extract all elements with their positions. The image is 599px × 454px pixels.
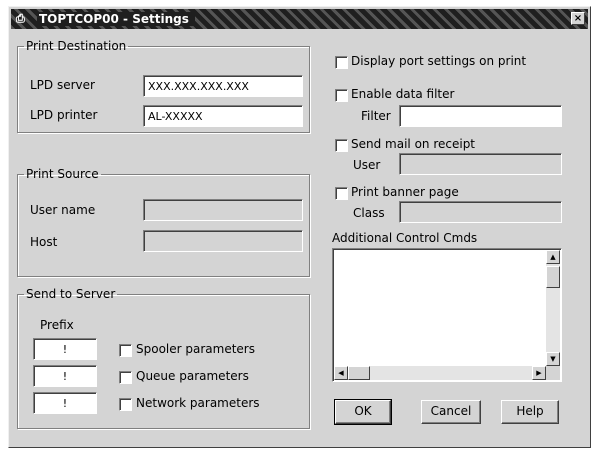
queue-parameters-label: Queue parameters xyxy=(136,369,249,383)
print-source-group: Print Source xyxy=(17,167,310,277)
banner-class-input[interactable] xyxy=(399,201,562,223)
print-source-legend: Print Source xyxy=(26,167,99,181)
vertical-scrollbar[interactable]: ▲ ▼ xyxy=(546,250,560,366)
print-destination-legend: Print Destination xyxy=(26,39,127,53)
scroll-right-icon[interactable]: ▶ xyxy=(532,366,546,380)
filter-input[interactable] xyxy=(399,105,562,127)
display-port-checkbox[interactable] xyxy=(335,56,348,69)
mail-user-input[interactable] xyxy=(399,153,562,175)
user-name-label: User name xyxy=(30,203,96,217)
lpd-printer-input[interactable] xyxy=(143,105,303,127)
network-prefix-input[interactable] xyxy=(33,392,97,414)
spooler-parameters-label: Spooler parameters xyxy=(136,342,255,356)
prefix-header: Prefix xyxy=(40,318,74,332)
mail-field-label: User xyxy=(353,158,381,172)
send-mail-checkbox[interactable] xyxy=(335,139,348,152)
network-parameters-label: Network parameters xyxy=(136,396,260,410)
title-bar[interactable]: ⎙ TOPTCOP00 - Settings × xyxy=(11,9,588,29)
scroll-left-icon[interactable]: ◀ xyxy=(334,366,348,380)
ok-button[interactable]: OK xyxy=(334,399,392,425)
scroll-up-icon[interactable]: ▲ xyxy=(546,250,560,264)
horizontal-scrollbar[interactable]: ◀ ▶ xyxy=(334,366,546,380)
host-label: Host xyxy=(30,235,58,249)
help-button[interactable]: Help xyxy=(501,400,559,424)
spooler-parameters-checkbox[interactable] xyxy=(119,344,132,357)
user-name-input[interactable] xyxy=(143,199,303,221)
queue-prefix-input[interactable] xyxy=(33,365,97,387)
window-title: TOPTCOP00 - Settings xyxy=(37,12,195,26)
enable-data-filter-checkbox[interactable] xyxy=(335,89,348,102)
additional-control-textarea[interactable]: ▲ ▼ ◀ ▶ xyxy=(332,248,562,382)
vertical-scroll-thumb[interactable] xyxy=(546,266,560,288)
queue-parameters-checkbox[interactable] xyxy=(119,371,132,384)
spooler-prefix-input[interactable] xyxy=(33,338,97,360)
display-port-label: Display port settings on print xyxy=(351,54,527,68)
network-parameters-checkbox[interactable] xyxy=(119,398,132,411)
horizontal-scroll-thumb[interactable] xyxy=(348,366,370,380)
host-input[interactable] xyxy=(143,230,303,252)
cancel-button[interactable]: Cancel xyxy=(421,400,481,424)
banner-field-label: Class xyxy=(353,206,385,220)
settings-dialog: ⎙ TOPTCOP00 - Settings × Print Destinati… xyxy=(8,6,591,448)
enable-data-filter-label: Enable data filter xyxy=(351,87,455,101)
scroll-down-icon[interactable]: ▼ xyxy=(546,352,560,366)
print-banner-checkbox[interactable] xyxy=(335,187,348,200)
scroll-corner xyxy=(546,366,560,380)
filter-field-label: Filter xyxy=(361,109,391,123)
send-to-server-legend: Send to Server xyxy=(26,287,116,301)
close-button[interactable]: × xyxy=(571,12,585,25)
lpd-server-label: LPD server xyxy=(30,78,95,92)
printer-icon[interactable]: ⎙ xyxy=(16,13,30,25)
lpd-printer-label: LPD printer xyxy=(30,108,98,122)
additional-control-label: Additional Control Cmds xyxy=(332,231,478,245)
print-banner-label: Print banner page xyxy=(351,185,459,199)
lpd-server-input[interactable] xyxy=(143,75,303,97)
send-mail-label: Send mail on receipt xyxy=(351,137,476,151)
